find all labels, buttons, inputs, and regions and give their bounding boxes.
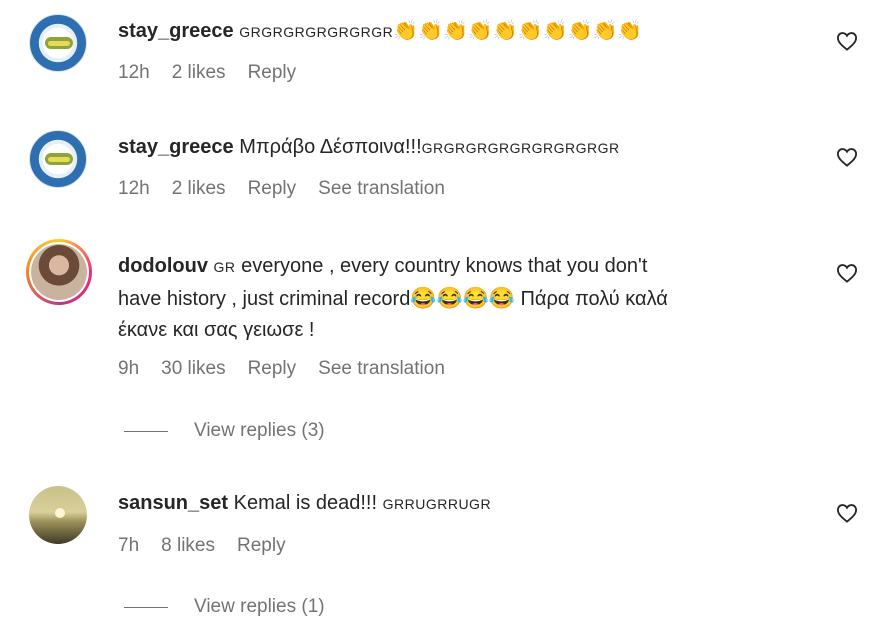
timestamp[interactable]: 12h <box>118 178 150 200</box>
divider-line <box>124 430 168 432</box>
username[interactable]: dodolouv <box>118 255 208 277</box>
avatar-story-ring[interactable] <box>26 239 92 305</box>
logo-mark-accent <box>48 157 70 162</box>
logo-mark-accent <box>48 41 70 46</box>
view-replies-button[interactable]: View replies (1) <box>124 596 325 618</box>
comment-meta: 7h 8 likes Reply <box>118 535 286 557</box>
username[interactable]: stay_greece <box>118 20 234 42</box>
timestamp[interactable]: 7h <box>118 535 139 557</box>
comment-line: Πάρα πολύ καλά <box>520 288 668 310</box>
see-translation-button[interactable]: See translation <box>318 358 445 380</box>
reply-button[interactable]: Reply <box>248 178 297 200</box>
like-count[interactable]: 30 likes <box>161 358 225 380</box>
reply-button[interactable]: Reply <box>248 358 297 380</box>
avatar[interactable] <box>29 130 87 188</box>
comment-body: Μπράβο Δέσποινα!!! <box>239 136 422 158</box>
like-count[interactable]: 8 likes <box>161 535 215 557</box>
comment-text: dodolouv GR everyone , every country kno… <box>118 251 668 346</box>
avatar <box>31 244 87 300</box>
avatar[interactable] <box>29 486 87 544</box>
reply-button[interactable]: Reply <box>248 62 297 84</box>
comment-meta: 12h 2 likes Reply <box>118 62 296 84</box>
comment-meta: 9h 30 likes Reply See translation <box>118 358 445 380</box>
heart-icon[interactable] <box>836 263 858 283</box>
comment-tail: GRGRGRGRGRGRGRGRGR <box>421 140 620 156</box>
comment-line: have history , just criminal record <box>118 288 411 310</box>
divider-line <box>124 606 168 608</box>
comment-tail: GRGRGRGRGRGRGR <box>239 24 394 40</box>
comment-meta: 12h 2 likes Reply See translation <box>118 178 445 200</box>
view-replies-label: View replies (3) <box>194 420 325 441</box>
comment-text: stay_greece Μπράβο Δέσποινα!!!GRGRGRGRGR… <box>118 132 620 164</box>
heart-icon[interactable] <box>836 503 858 523</box>
comment-text: sansun_set Kemal is dead!!! GRRUGRRUGR <box>118 488 491 520</box>
comment-text: stay_greece GRGRGRGRGRGRGR👏👏👏👏👏👏👏👏👏👏 <box>118 16 642 48</box>
sun-shape <box>55 508 65 518</box>
reply-button[interactable]: Reply <box>237 535 286 557</box>
username[interactable]: stay_greece <box>118 136 234 158</box>
heart-icon[interactable] <box>836 147 858 167</box>
view-replies-label: View replies (1) <box>194 596 325 617</box>
comment-line: έκανε και σας γειωσε ! <box>118 319 315 341</box>
username[interactable]: sansun_set <box>118 492 228 514</box>
comment-body: Kemal is dead!!! <box>233 492 378 514</box>
comment-line: everyone , every country knows that you … <box>241 255 648 277</box>
view-replies-button[interactable]: View replies (3) <box>124 420 325 442</box>
timestamp[interactable]: 12h <box>118 62 150 84</box>
comment-tail: GRRUGRRUGR <box>382 496 492 512</box>
heart-icon[interactable] <box>836 31 858 51</box>
avatar[interactable] <box>29 14 87 72</box>
comment-prefix: GR <box>213 259 236 275</box>
laugh-emojis: 😂😂😂😂 <box>410 287 515 310</box>
like-count[interactable]: 2 likes <box>172 62 226 84</box>
like-count[interactable]: 2 likes <box>172 178 226 200</box>
timestamp[interactable]: 9h <box>118 358 139 380</box>
clap-emojis: 👏👏👏👏👏👏👏👏👏👏 <box>393 20 643 42</box>
see-translation-button[interactable]: See translation <box>318 178 445 200</box>
